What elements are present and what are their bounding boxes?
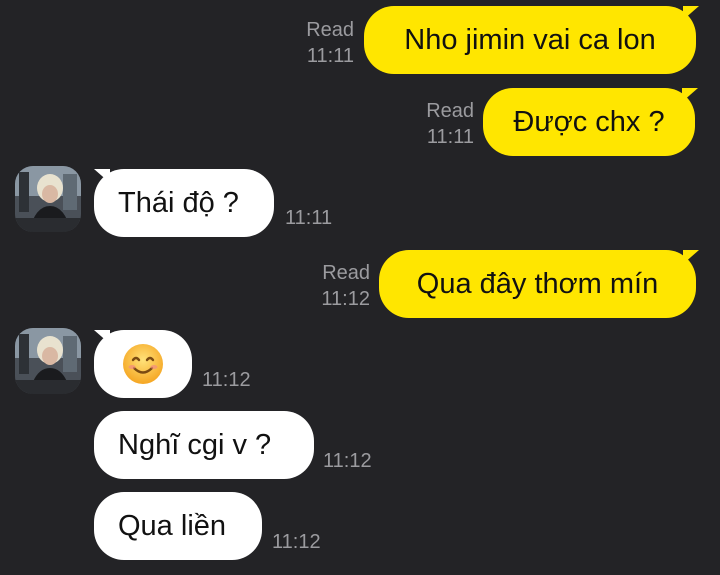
read-status: Read [306, 19, 354, 41]
read-status: Read [322, 262, 370, 284]
message-text: Qua liền [118, 509, 227, 542]
message-time: 11:11 [306, 45, 354, 67]
read-status: Read [426, 100, 474, 122]
outgoing-message-bubble[interactable]: Qua đây thơm mín [379, 250, 696, 318]
message-time: 11:12 [321, 288, 370, 310]
bubble-tail [683, 6, 699, 20]
bubble-tail [94, 169, 110, 183]
message-text: Được chx ? [513, 105, 665, 138]
bubble-tail [682, 88, 698, 102]
message-meta: Read 11:11 [292, 17, 354, 69]
message-text: Thái độ ? [118, 186, 239, 219]
contact-avatar[interactable] [15, 166, 81, 232]
chat-thread: Read 11:11 Nho jimin vai ca lon Read 11:… [0, 0, 720, 575]
message-text: Nghĩ cgi v ? [118, 428, 272, 461]
contact-avatar[interactable] [15, 328, 81, 394]
bubble-tail [94, 330, 110, 344]
outgoing-message-bubble[interactable]: Được chx ? [483, 88, 695, 156]
message-meta: Read 11:11 [410, 98, 474, 150]
message-text: Nho jimin vai ca lon [404, 23, 656, 56]
incoming-message-bubble[interactable]: Qua liền [94, 492, 262, 560]
incoming-message-bubble[interactable]: Thái độ ? [94, 169, 274, 237]
message-meta: Read 11:12 [308, 260, 370, 312]
message-time: 11:11 [285, 207, 333, 229]
incoming-message-bubble[interactable]: Nghĩ cgi v ? [94, 411, 314, 479]
message-time: 11:12 [323, 450, 372, 472]
message-time: 11:12 [272, 531, 321, 553]
outgoing-message-bubble[interactable]: Nho jimin vai ca lon [364, 6, 696, 74]
smiling-face-emoji-icon [123, 344, 163, 384]
bubble-tail [683, 250, 699, 264]
message-text: Qua đây thơm mín [416, 267, 659, 300]
message-time: 11:12 [202, 369, 251, 391]
message-time: 11:11 [426, 126, 474, 148]
